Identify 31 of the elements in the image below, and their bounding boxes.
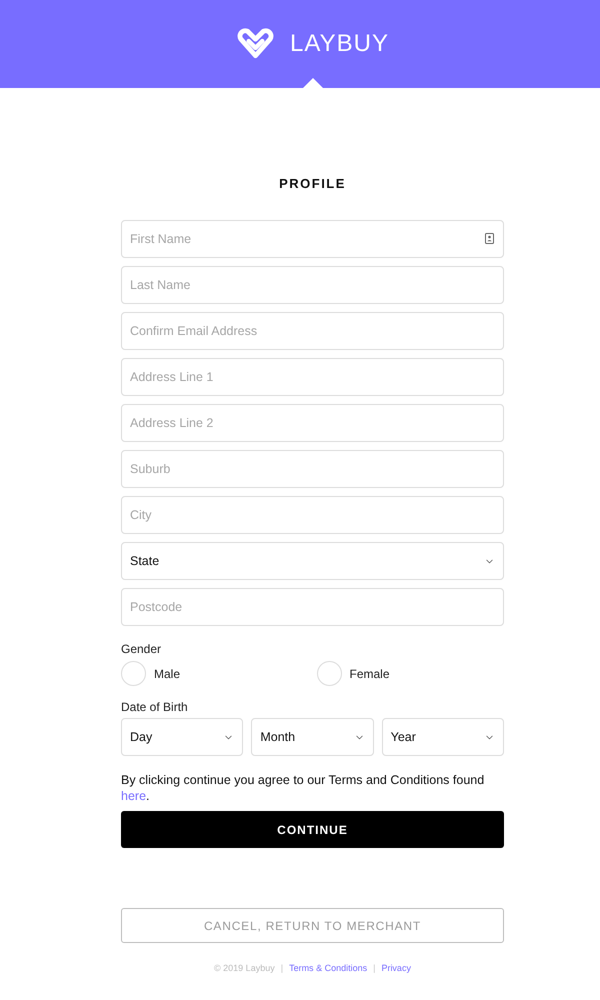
notch-icon [303, 78, 323, 88]
gender-label: Gender [121, 641, 162, 657]
date-of-birth-label: Date of Birth [121, 699, 189, 715]
input-field[interactable]: Last Name [121, 266, 504, 304]
input-field[interactable]: City [121, 496, 504, 534]
dropdown-select[interactable]: State [121, 542, 504, 580]
input-field[interactable]: Suburb [121, 450, 504, 488]
here-link[interactable]: here [121, 789, 146, 803]
heart-logo-icon [237, 27, 274, 61]
logo-wordmark: LAYBUY [290, 29, 389, 59]
footer-link[interactable]: Terms & Conditions [289, 962, 368, 974]
radio-button[interactable] [121, 661, 146, 686]
terms-text: By clicking continue you agree to our Terms and Conditions found here. [121, 772, 486, 804]
page-title: PROFILE [278, 175, 347, 193]
input-field[interactable]: First Name [121, 220, 504, 258]
input-field[interactable]: Confirm Email Address [121, 312, 504, 350]
input-field[interactable]: Postcode [121, 588, 504, 626]
dropdown-select[interactable]: Year [382, 718, 504, 756]
continue-button[interactable]: CONTINUE [121, 811, 504, 848]
input-field[interactable]: Address Line 1 [121, 358, 504, 396]
contact-card-icon[interactable] [485, 233, 494, 244]
separator-text: | [280, 962, 284, 974]
radio-button[interactable] [316, 661, 342, 686]
footer-link[interactable]: Privacy [381, 962, 411, 974]
dropdown-select[interactable]: Month [251, 718, 374, 756]
copyright-text: © 2019 Laybuy [214, 962, 275, 974]
radio-label[interactable]: Male [154, 664, 180, 682]
separator-text: | [373, 962, 376, 974]
radio-label[interactable]: Female [350, 664, 390, 682]
input-field[interactable]: Address Line 2 [121, 404, 504, 442]
dropdown-select[interactable]: Day [121, 718, 244, 756]
